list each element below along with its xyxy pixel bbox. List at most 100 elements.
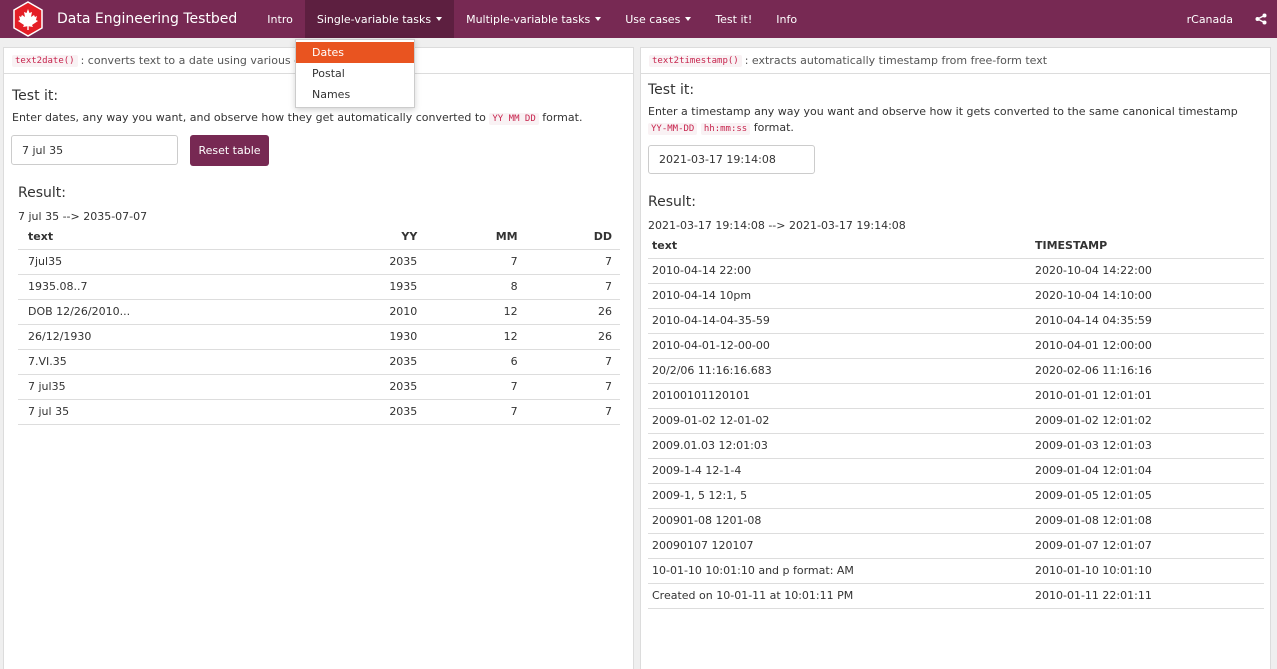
- nav-info[interactable]: Info: [764, 0, 809, 38]
- dropdown-item-label: Dates: [312, 46, 345, 59]
- table-row: 7.VI.35 2035 6 7: [18, 349, 620, 375]
- cell-text: 2009-1, 5 12:1, 5: [648, 483, 1035, 509]
- nav-intro[interactable]: Intro: [255, 0, 305, 38]
- format-code: YY MM DD: [489, 113, 539, 125]
- cell-text: Created on 10-01-11 at 10:01:11 PM: [648, 583, 1035, 609]
- table-row: 26/12/1930 1930 12 26: [18, 324, 620, 350]
- nav-use-cases[interactable]: Use cases: [613, 0, 703, 38]
- maple-leaf-icon: [10, 1, 46, 37]
- cell-mm: 6: [419, 349, 520, 375]
- table-row: 2010-04-01-12-00-00 2010-04-01 12:00:00: [648, 333, 1264, 359]
- panel-description: : converts text to a date using various …: [80, 54, 323, 67]
- caret-down-icon: [436, 17, 443, 21]
- cell-text: 2010-04-14-04-35-59: [648, 308, 1035, 334]
- table-row: 7jul35 2035 7 7: [18, 249, 620, 275]
- table-row: 2009-1-4 12-1-4 2009-01-04 12:01:04: [648, 458, 1264, 484]
- cell-text: 2009.01.03 12:01:03: [648, 433, 1035, 459]
- cell-text: 7.VI.35: [18, 349, 219, 375]
- result-title: Result:: [18, 185, 66, 201]
- table-row: 2010-04-14 10pm 2020-10-04 14:10:00: [648, 283, 1264, 309]
- instructions-text: Enter a timestamp any way you want and o…: [648, 105, 1238, 118]
- result-title: Result:: [648, 194, 696, 210]
- test-it-title: Test it:: [648, 82, 695, 98]
- cell-timestamp: 2009-01-03 12:01:03: [1035, 433, 1264, 459]
- cell-yy: 2035: [218, 399, 420, 425]
- cell-yy: 1935: [218, 274, 420, 300]
- cell-timestamp: 2020-02-06 11:16:16: [1035, 358, 1264, 384]
- dates-table-body: 7jul35 2035 7 7 1935.08..7 1935 8 7 DOB 12/26/20…: [18, 249, 620, 425]
- cell-timestamp: 2009-01-07 12:01:07: [1035, 533, 1264, 559]
- header-yy: YY: [218, 224, 420, 250]
- cell-timestamp: 2009-01-02 12:01:02: [1035, 408, 1264, 434]
- cell-text: 7jul35: [18, 249, 219, 275]
- dropdown-item-dates[interactable]: Dates: [296, 42, 414, 63]
- cell-timestamp: 2010-04-01 12:00:00: [1035, 333, 1264, 359]
- cell-yy: 2035: [218, 249, 420, 275]
- table-row: 7 jul35 2035 7 7: [18, 374, 620, 400]
- header-dd: DD: [519, 224, 620, 250]
- table-row: Created on 10-01-11 at 10:01:11 PM 2010-0…: [648, 583, 1264, 609]
- nav-rcanada[interactable]: rCanada: [1175, 0, 1245, 38]
- cell-dd: 7: [519, 399, 620, 425]
- cell-text: 20090107 120107: [648, 533, 1035, 559]
- text2timestamp-panel: text2timestamp() : extracts automaticall…: [640, 47, 1271, 669]
- table-row: 1935.08..7 1935 8 7: [18, 274, 620, 300]
- share-icon[interactable]: [1245, 0, 1277, 38]
- cell-timestamp: 2020-10-04 14:22:00: [1035, 258, 1264, 284]
- text2date-panel: text2date() : converts text to a date us…: [3, 47, 634, 669]
- table-row: 2009-1, 5 12:1, 5 2009-01-05 12:01:05: [648, 483, 1264, 509]
- cell-text: 2010-04-01-12-00-00: [648, 333, 1035, 359]
- dropdown-item-names[interactable]: Names: [296, 84, 414, 105]
- cell-text: 20100101120101: [648, 383, 1035, 409]
- nav-test-it[interactable]: Test it!: [703, 0, 764, 38]
- instructions: Enter a timestamp any way you want and o…: [648, 104, 1248, 137]
- timestamps-table-body: 2010-04-14 22:00 2020-10-04 14:22:00 2010-…: [648, 258, 1264, 609]
- header-text: text: [648, 233, 1035, 259]
- cell-timestamp: 2010-01-01 12:01:01: [1035, 383, 1264, 409]
- dates-table: text YY MM DD 7jul35 2035 7 7 1935.08..7 1935…: [18, 224, 620, 425]
- reset-table-button[interactable]: Reset table: [190, 135, 269, 166]
- nav-multiple-variable-tasks[interactable]: Multiple-variable tasks: [454, 0, 613, 38]
- header-mm: MM: [419, 224, 520, 250]
- cell-timestamp: 2009-01-08 12:01:08: [1035, 508, 1264, 534]
- table-row: 20090107 120107 2009-01-07 12:01:07: [648, 533, 1264, 559]
- timestamp-input[interactable]: 2021-03-17 19:14:08: [648, 145, 815, 174]
- function-name: text2date(): [12, 54, 78, 67]
- cell-text: 200901-08 1201-08: [648, 508, 1035, 534]
- instructions: Enter dates, any way you want, and obser…: [12, 110, 612, 127]
- table-row: 2009.01.03 12:01:03 2009-01-03 12:01:03: [648, 433, 1264, 459]
- dropdown-item-postal[interactable]: Postal: [296, 63, 414, 84]
- dropdown-item-label: Names: [312, 88, 351, 101]
- cell-dd: 26: [519, 324, 620, 350]
- test-it-title: Test it:: [12, 88, 59, 104]
- timestamps-table: text TIMESTAMP 2010-04-14 22:00 2020-10-0…: [648, 233, 1264, 609]
- table-row: 200901-08 1201-08 2009-01-08 12:01:08: [648, 508, 1264, 534]
- cell-dd: 26: [519, 299, 620, 325]
- nav-test-it-label: Test it!: [715, 12, 753, 26]
- cell-mm: 7: [419, 374, 520, 400]
- cell-mm: 7: [419, 399, 520, 425]
- cell-timestamp: 2009-01-04 12:01:04: [1035, 458, 1264, 484]
- table-row: 2009-01-02 12-01-02 2009-01-02 12:01:02: [648, 408, 1264, 434]
- cell-text: DOB 12/26/2010...: [18, 299, 219, 325]
- brand[interactable]: Data Engineering Testbed: [0, 0, 237, 38]
- instructions-suffix: format.: [542, 111, 583, 124]
- panel-description: : extracts automatically timestamp from …: [744, 54, 1048, 67]
- cell-text: 26/12/1930: [18, 324, 219, 350]
- dropdown-item-label: Postal: [312, 67, 345, 80]
- nav-rcanada-label: rCanada: [1186, 12, 1233, 26]
- caret-down-icon: [685, 17, 692, 21]
- result-line: 7 jul 35 --> 2035-07-07: [18, 210, 148, 223]
- instructions-suffix: format.: [753, 121, 794, 134]
- cell-mm: 8: [419, 274, 520, 300]
- nav-single-variable-tasks[interactable]: Single-variable tasks: [304, 0, 455, 38]
- date-input[interactable]: 7 jul 35: [11, 135, 178, 165]
- cell-text: 1935.08..7: [18, 274, 219, 300]
- nav-intro-label: Intro: [267, 12, 293, 26]
- header-text: text: [18, 224, 219, 250]
- cell-timestamp: 2010-01-10 10:01:10: [1035, 558, 1264, 584]
- nav-use-cases-label: Use cases: [625, 12, 681, 26]
- cell-timestamp: 2010-04-14 04:35:59: [1035, 308, 1264, 334]
- cell-timestamp: 2010-01-11 22:01:11: [1035, 583, 1264, 609]
- nav-info-label: Info: [776, 12, 798, 26]
